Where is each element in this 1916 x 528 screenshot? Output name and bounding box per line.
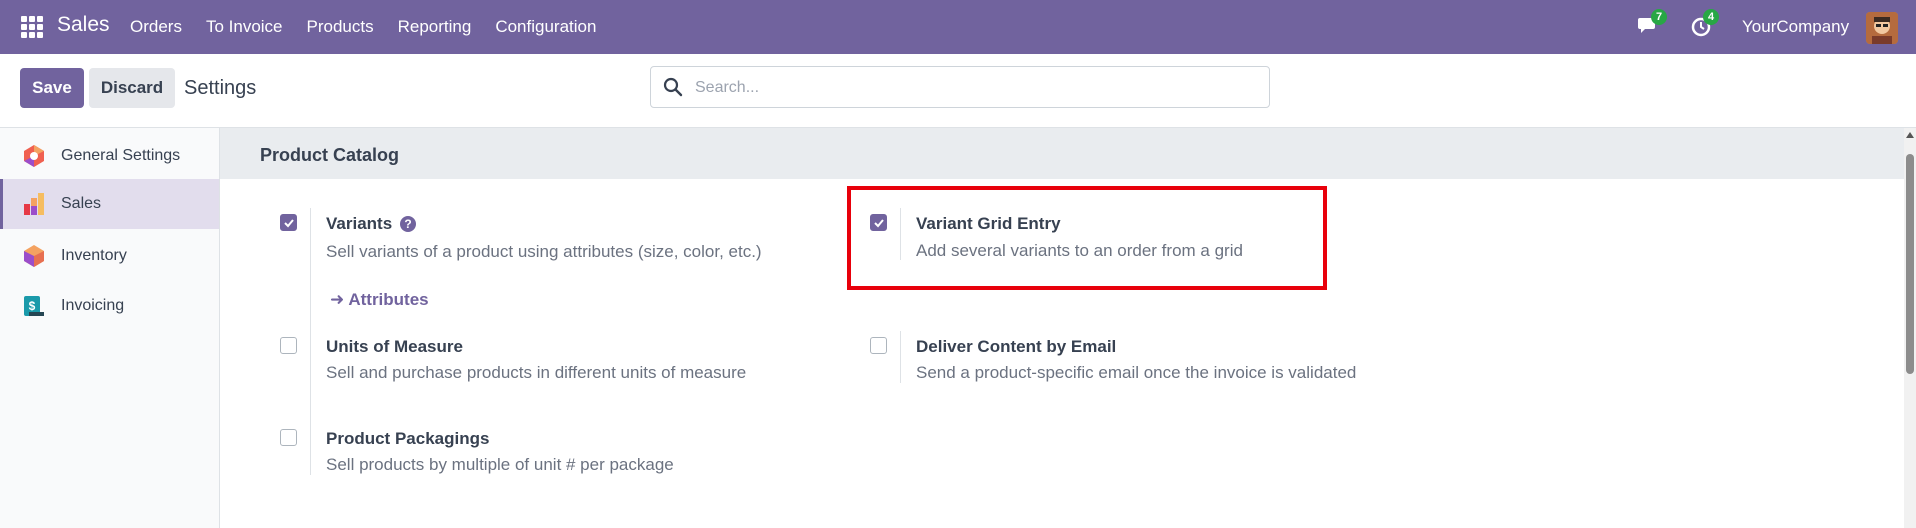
deliver-content-by-email-description: Send a product-specific email once the i…	[916, 363, 1357, 382]
scrollbar[interactable]	[1904, 128, 1916, 528]
product-packagings-description: Sell products by multiple of unit # per …	[326, 455, 674, 474]
variants-checkbox[interactable]	[280, 214, 297, 231]
highlight-box	[847, 186, 1327, 290]
setting-divider	[310, 423, 311, 475]
svg-text:$: $	[29, 299, 36, 313]
user-avatar[interactable]	[1866, 12, 1898, 44]
sidebar-item-inventory[interactable]: Inventory	[0, 231, 219, 281]
variants-title: Variants	[326, 214, 393, 233]
settings-sidebar: General Settings Sales Inventory $ Invoi…	[0, 128, 220, 528]
app-grid-icon[interactable]	[21, 16, 43, 38]
menu-reporting[interactable]: Reporting	[398, 17, 472, 37]
activities-count-badge: 4	[1703, 9, 1719, 25]
attributes-link-label: Attributes	[348, 290, 429, 309]
company-switcher[interactable]: YourCompany	[1742, 17, 1849, 37]
scroll-up-arrow-icon[interactable]	[1906, 132, 1914, 138]
control-panel: Save Discard Settings	[0, 54, 1916, 128]
units-of-measure-title: Units of Measure	[326, 337, 463, 356]
menu-orders[interactable]: Orders	[130, 17, 182, 37]
deliver-content-by-email-checkbox[interactable]	[870, 337, 887, 354]
messages-icon[interactable]: 7	[1637, 9, 1667, 37]
menu-configuration[interactable]: Configuration	[495, 17, 596, 37]
page-title: Settings	[184, 77, 257, 99]
product-packagings-checkbox[interactable]	[280, 429, 297, 446]
sidebar-item-sales[interactable]: Sales	[0, 179, 219, 229]
sidebar-item-label: General Settings	[61, 147, 181, 164]
variants-description: Sell variants of a product using attribu…	[326, 242, 762, 261]
search-input[interactable]	[695, 75, 1255, 101]
save-button[interactable]: Save	[20, 68, 84, 108]
main-menu: Orders To Invoice Products Reporting Con…	[130, 17, 620, 37]
sidebar-item-label: Invoicing	[61, 297, 125, 314]
inventory-icon	[24, 245, 44, 267]
messages-count-badge: 7	[1651, 9, 1667, 25]
setting-divider	[310, 208, 311, 440]
product-packagings-title: Product Packagings	[326, 429, 490, 448]
invoicing-icon: $	[24, 296, 44, 316]
units-of-measure-description: Sell and purchase products in different …	[326, 363, 747, 382]
activities-icon[interactable]: 4	[1690, 9, 1719, 39]
sidebar-item-general-settings[interactable]: General Settings	[0, 131, 219, 181]
sidebar-item-invoicing[interactable]: $ Invoicing	[0, 281, 219, 331]
sidebar-item-label: Inventory	[61, 247, 127, 264]
sidebar-item-label: Sales	[61, 195, 102, 212]
section-title: Product Catalog	[260, 145, 400, 165]
section-header: Product Catalog	[220, 128, 1904, 179]
top-navbar: Sales Orders To Invoice Products Reporti…	[0, 0, 1916, 54]
setting-divider	[900, 331, 901, 383]
search-bar[interactable]	[650, 66, 1270, 108]
menu-products[interactable]: Products	[307, 17, 374, 37]
discard-button[interactable]: Discard	[89, 68, 175, 108]
deliver-content-by-email-title: Deliver Content by Email	[916, 337, 1117, 356]
sales-icon	[24, 193, 44, 215]
arrow-right-icon: ➜	[330, 290, 345, 309]
odoo-icon	[24, 145, 44, 167]
scrollbar-thumb[interactable]	[1906, 154, 1914, 374]
menu-to-invoice[interactable]: To Invoice	[206, 17, 283, 37]
units-of-measure-checkbox[interactable]	[280, 337, 297, 354]
app-name[interactable]: Sales	[57, 13, 110, 37]
search-icon	[663, 77, 683, 97]
help-icon[interactable]: ?	[400, 216, 416, 232]
attributes-link[interactable]: ➜ Attributes	[330, 290, 429, 310]
